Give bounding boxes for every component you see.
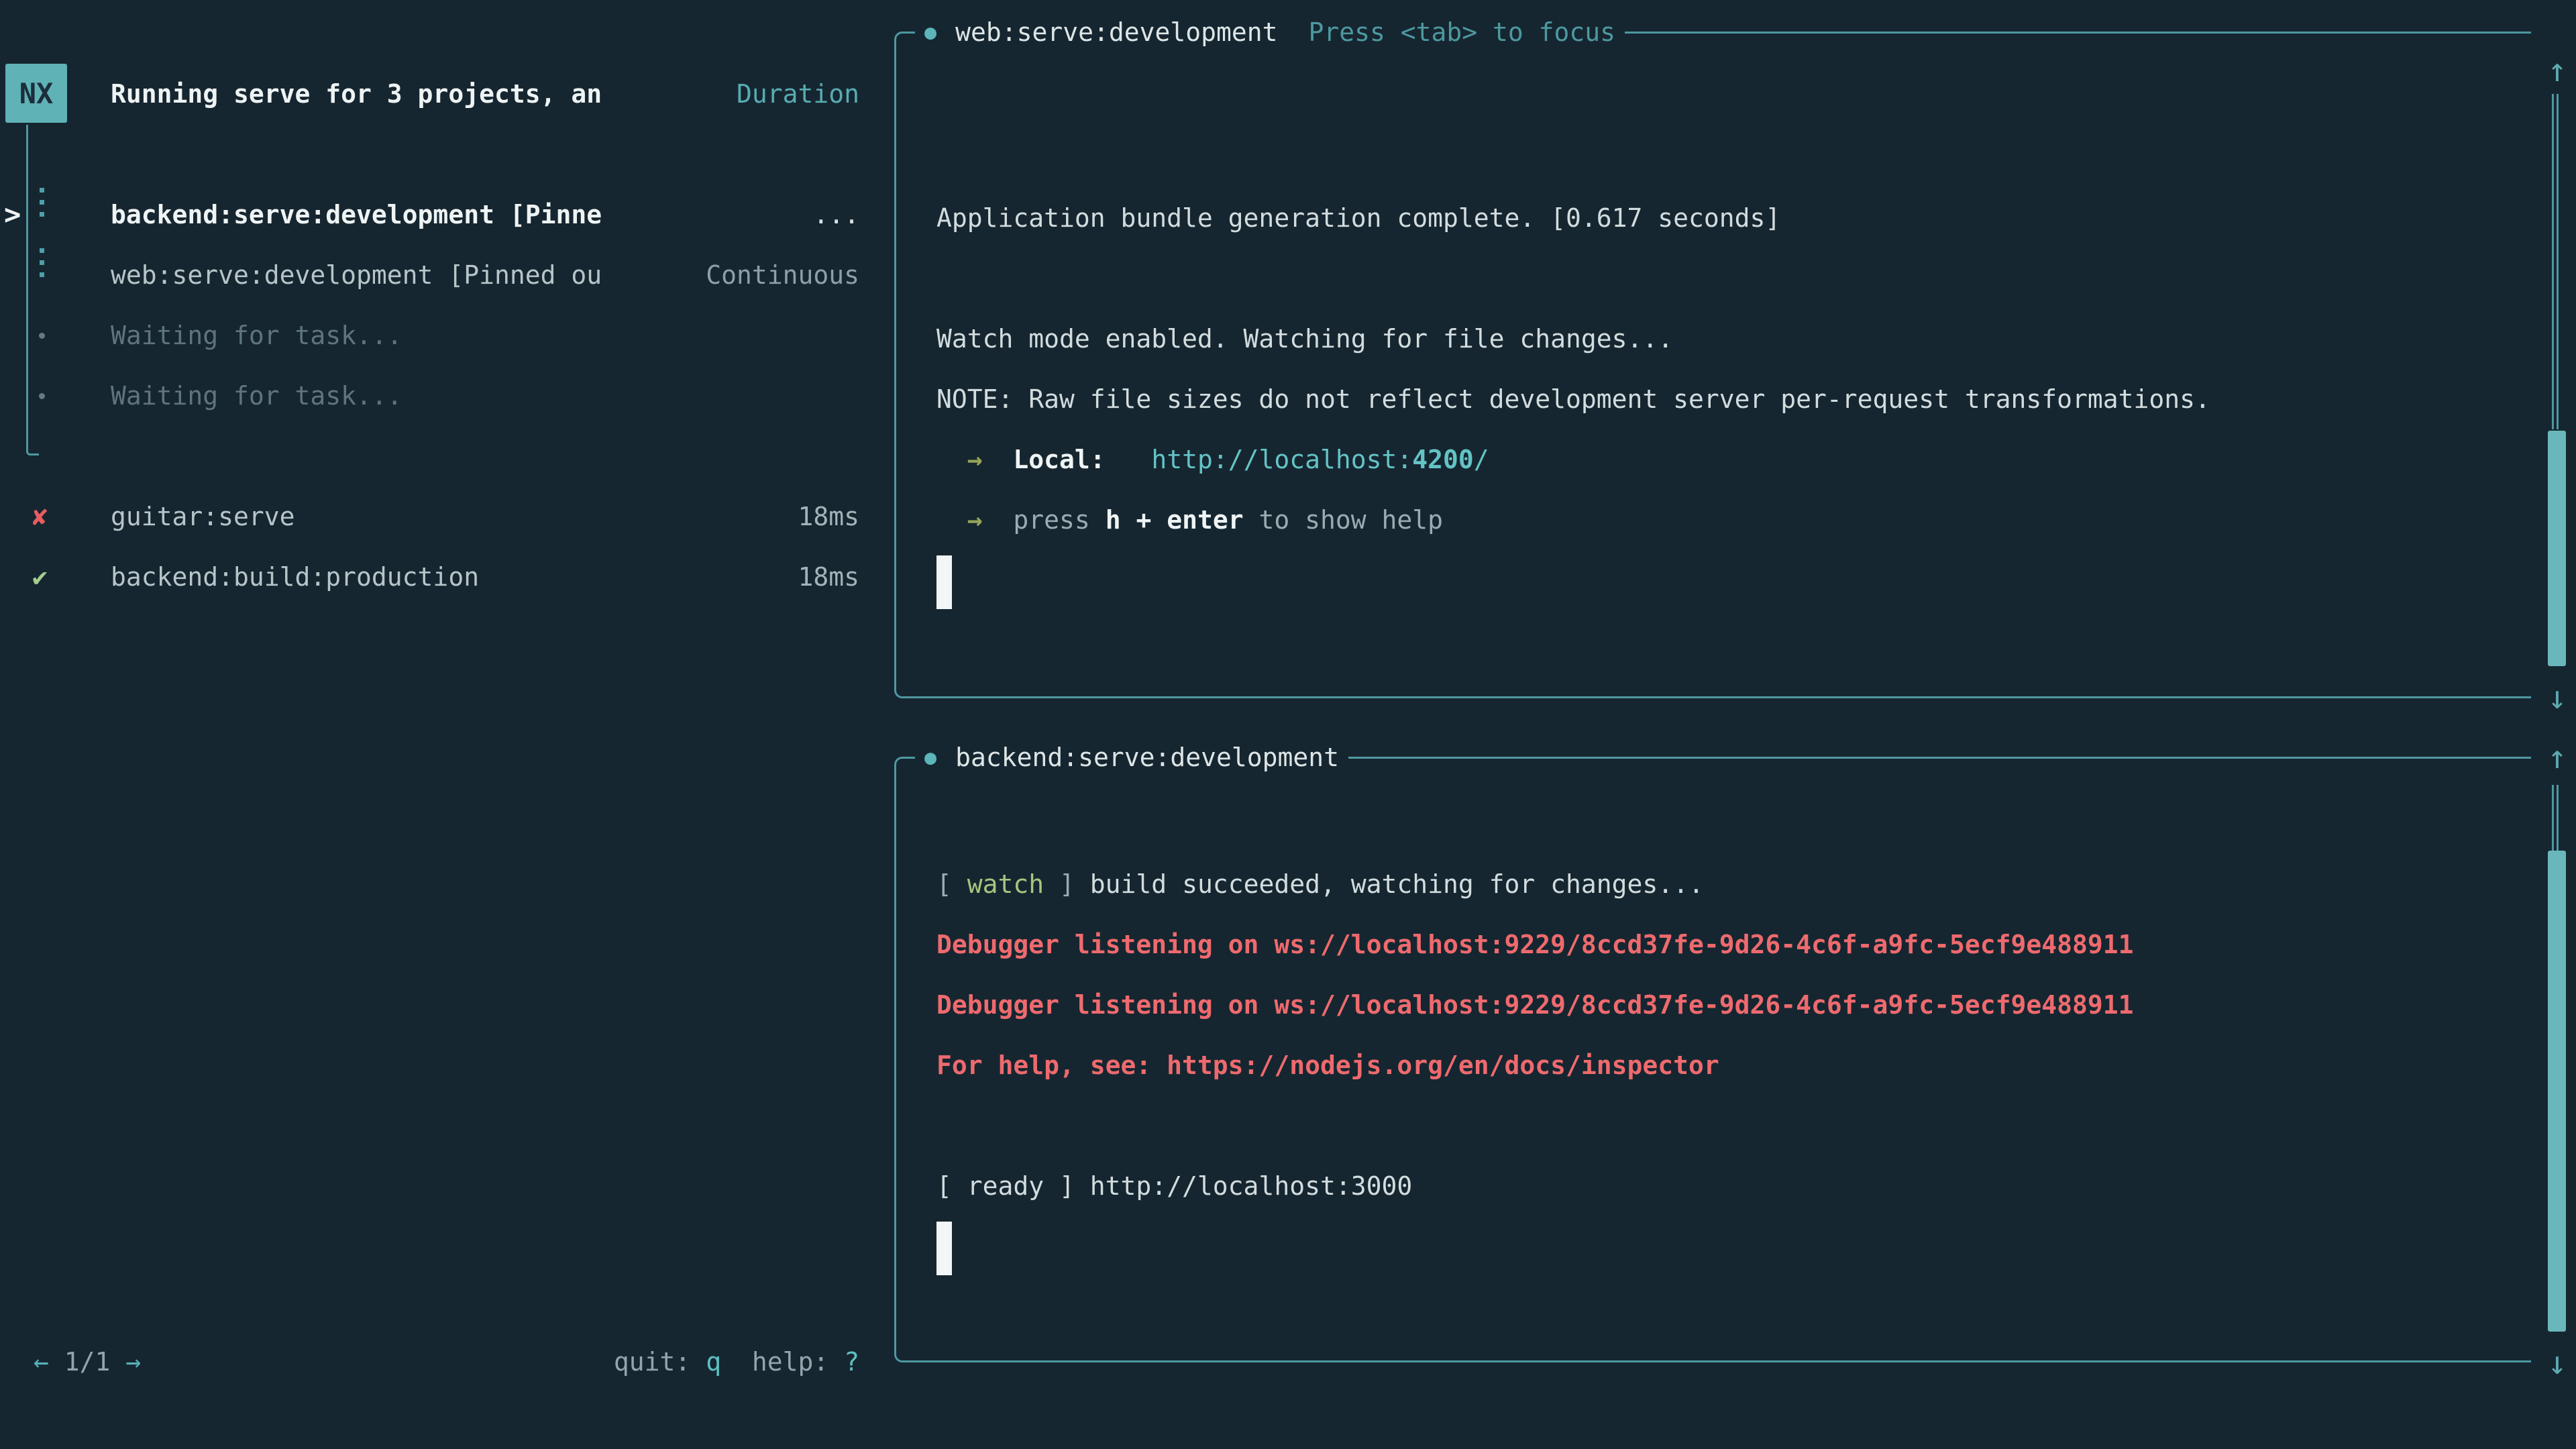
terminal-line xyxy=(936,1216,2531,1277)
task-row[interactable]: Waiting for task... xyxy=(0,366,859,426)
task-status-failed-icon: ✘ xyxy=(32,486,48,547)
terminal-line xyxy=(936,550,2531,610)
terminal-line: Debugger listening on ws://localhost:922… xyxy=(936,975,2531,1035)
scrollbar-thumb[interactable] xyxy=(2548,851,2566,1332)
task-label: guitar:serve xyxy=(111,486,295,547)
terminal-text: 4200 xyxy=(1412,445,1474,474)
task-label: Waiting for task... xyxy=(111,305,402,366)
terminal-text xyxy=(1106,445,1152,474)
terminal-line: Watch mode enabled. Watching for file ch… xyxy=(936,309,2531,369)
quit-label: quit: xyxy=(614,1347,706,1377)
scroll-down-icon[interactable]: ↓ xyxy=(2542,1345,2572,1381)
terminal-text: NOTE: Raw file sizes do not reflect deve… xyxy=(936,384,2210,414)
task-running-spinner-icon xyxy=(40,188,44,217)
selected-task-caret-icon: > xyxy=(4,184,21,245)
terminal-text: Watch mode enabled. Watching for file ch… xyxy=(936,324,1673,354)
scroll-down-icon[interactable]: ↓ xyxy=(2542,680,2572,716)
terminal-line: → Local: http://localhost:4200/ xyxy=(936,429,2531,490)
terminal-text: [ ready ] http://localhost:3000 xyxy=(936,1171,1412,1201)
pane-backend-serve-development[interactable]: ● backend:serve:development [ watch ] bu… xyxy=(894,757,2531,1362)
task-duration-value: 18ms xyxy=(798,486,859,547)
terminal-line: For help, see: https://nodejs.org/en/doc… xyxy=(936,1035,2531,1095)
help-label: help: xyxy=(721,1347,844,1377)
scroll-up-icon[interactable]: ↑ xyxy=(2542,739,2572,775)
terminal-text: press xyxy=(1013,505,1105,535)
terminal-text: Local: xyxy=(1013,445,1105,474)
terminal-text: Debugger listening on ws://localhost:922… xyxy=(936,990,2133,1020)
quit-key[interactable]: q xyxy=(706,1347,721,1377)
scrollbar-track[interactable] xyxy=(2552,785,2559,851)
task-duration-value: ... xyxy=(813,184,859,245)
task-row[interactable]: ✔ backend:build:production 18ms xyxy=(0,547,859,607)
terminal-cursor xyxy=(936,555,952,609)
task-duration-value: 18ms xyxy=(798,547,859,607)
terminal-line xyxy=(936,127,2531,188)
terminal-text: h + enter xyxy=(1106,505,1244,535)
nx-tui-app: NX Running serve for 3 projects, an Dura… xyxy=(0,0,2576,1449)
terminal-output[interactable]: [ watch ] build succeeded, watching for … xyxy=(896,759,2531,1360)
terminal-text: http://localhost: xyxy=(1151,445,1412,474)
task-label: web:serve:development [Pinned ou xyxy=(111,245,602,305)
terminal-line xyxy=(936,794,2531,854)
terminal-line: Application bundle generation complete. … xyxy=(936,188,2531,248)
keybind-help: quit: q help: ? xyxy=(0,1332,859,1392)
scrollbar-track[interactable] xyxy=(2552,94,2559,429)
terminal-line: Debugger listening on ws://localhost:922… xyxy=(936,914,2531,975)
terminal-text: / xyxy=(1474,445,1489,474)
terminal-line xyxy=(936,67,2531,127)
terminal-line: [ ready ] http://localhost:3000 xyxy=(936,1156,2531,1216)
terminal-line xyxy=(936,1095,2531,1156)
task-label: backend:build:production xyxy=(111,547,479,607)
terminal-line: → press h + enter to show help xyxy=(936,490,2531,550)
task-row[interactable]: > backend:serve:development [Pinne... xyxy=(0,184,859,245)
terminal-text: ] xyxy=(1044,869,1090,899)
terminal-text: build succeeded, watching for changes... xyxy=(1090,869,1704,899)
pane-web-serve-development[interactable]: ● web:serve:development Press <tab> to f… xyxy=(894,32,2531,698)
task-row[interactable]: web:serve:development [Pinned ou Continuo… xyxy=(0,245,859,305)
task-label: Waiting for task... xyxy=(111,366,402,426)
terminal-text: For help, see: https://nodejs.org/en/doc… xyxy=(936,1051,1719,1080)
terminal-text: to show help xyxy=(1244,505,1443,535)
task-running-spinner-icon xyxy=(40,248,44,277)
terminal-text xyxy=(983,505,1014,535)
terminal-line xyxy=(936,248,2531,309)
terminal-line: [ watch ] build succeeded, watching for … xyxy=(936,854,2531,914)
task-waiting-dot-icon xyxy=(39,393,45,399)
task-row[interactable]: Waiting for task... xyxy=(0,305,859,366)
terminal-text xyxy=(983,445,1014,474)
help-key[interactable]: ? xyxy=(844,1347,859,1377)
duration-column-header: Duration xyxy=(0,64,859,124)
terminal-text: [ xyxy=(936,869,967,899)
task-row[interactable]: ✘ guitar:serve 18ms xyxy=(0,486,859,547)
task-duration-value: Continuous xyxy=(706,245,859,305)
terminal-output[interactable]: Application bundle generation complete. … xyxy=(896,34,2531,696)
task-label: backend:serve:development [Pinne xyxy=(111,184,602,245)
task-status-success-icon: ✔ xyxy=(32,547,48,607)
task-waiting-dot-icon xyxy=(39,333,45,339)
scrollbar-thumb[interactable] xyxy=(2548,431,2566,666)
terminal-cursor xyxy=(936,1222,952,1275)
terminal-text: watch xyxy=(967,869,1044,899)
terminal-text: Debugger listening on ws://localhost:922… xyxy=(936,930,2133,959)
terminal-line: NOTE: Raw file sizes do not reflect deve… xyxy=(936,369,2531,429)
terminal-text: → xyxy=(936,505,983,535)
terminal-text: → xyxy=(936,445,983,474)
scroll-up-icon[interactable]: ↑ xyxy=(2542,52,2572,89)
terminal-text: Application bundle generation complete. … xyxy=(936,203,1780,233)
